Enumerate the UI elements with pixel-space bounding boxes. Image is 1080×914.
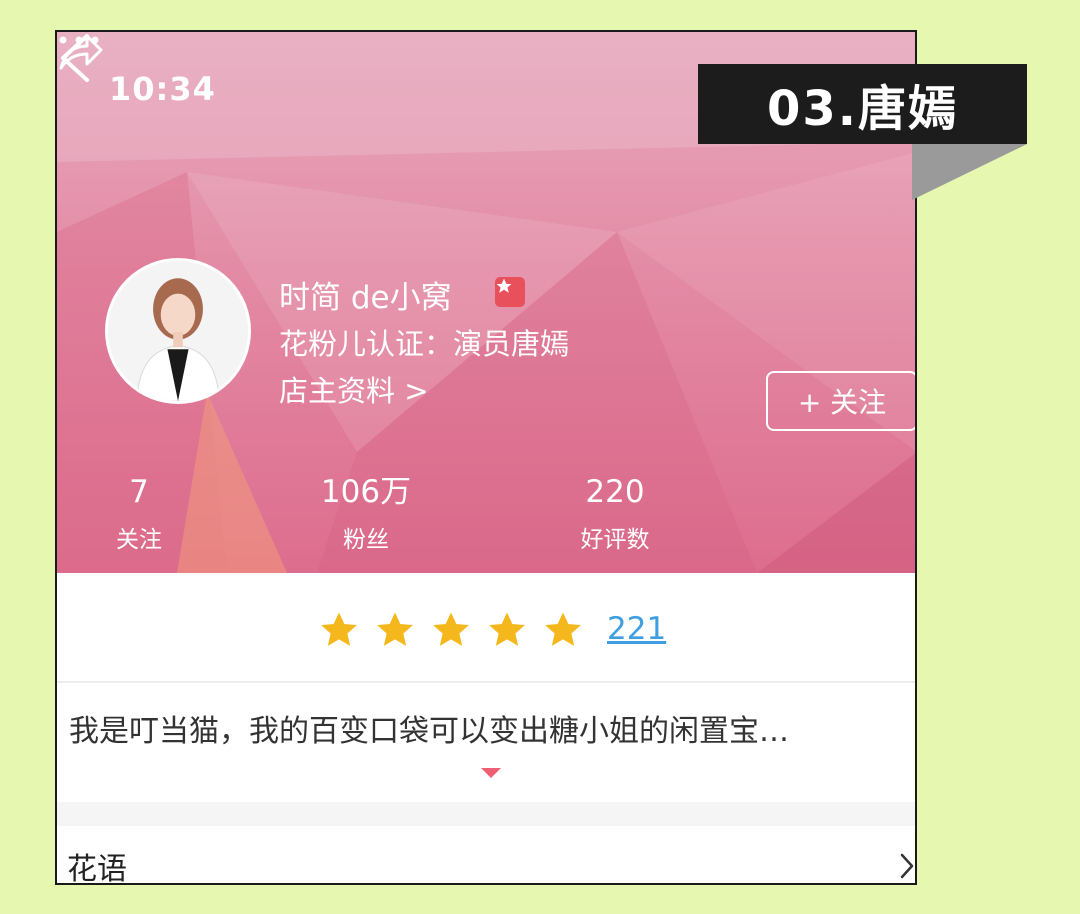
star-icon bbox=[545, 612, 581, 646]
stat-fans[interactable]: 106万 粉丝 bbox=[286, 472, 446, 554]
stat-label: 好评数 bbox=[580, 527, 650, 553]
bio-text: 我是叮当猫，我的百变口袋可以变出糖小姐的闲置宝… bbox=[69, 714, 789, 749]
expand-arrow-icon[interactable] bbox=[481, 768, 501, 778]
star-icon bbox=[489, 612, 525, 646]
stat-value: 7 bbox=[129, 474, 149, 510]
status-time: 10:34 bbox=[109, 70, 216, 108]
certification-text: 花粉儿认证：演员唐嫣 bbox=[279, 327, 570, 361]
star-icon bbox=[377, 612, 413, 646]
more-icon[interactable] bbox=[57, 32, 101, 48]
stat-label: 关注 bbox=[116, 527, 162, 553]
star-icon bbox=[433, 612, 469, 646]
phone-screen: 10:34 时简 de小窝 花粉儿认证：演员唐嫣 店主资料 > + 关注 7 关… bbox=[55, 30, 917, 885]
stat-good-reviews[interactable]: 220 好评数 bbox=[535, 472, 695, 554]
overlay-tag-tail bbox=[912, 144, 1027, 200]
section-divider bbox=[57, 802, 915, 826]
star-icon bbox=[321, 612, 357, 646]
star-badge-icon bbox=[495, 277, 525, 307]
flower-language-row[interactable]: 花语 bbox=[57, 826, 915, 885]
stat-value: 106万 bbox=[320, 474, 412, 510]
stat-following[interactable]: 7 关注 bbox=[59, 472, 219, 554]
follow-button[interactable]: + 关注 bbox=[766, 371, 915, 431]
overlay-title-tag: 03.唐嫣 bbox=[698, 64, 1027, 144]
flower-language-label: 花语 bbox=[67, 852, 127, 885]
owner-info-link[interactable]: 店主资料 > bbox=[279, 368, 429, 410]
stat-label: 粉丝 bbox=[343, 527, 389, 553]
rating-stars bbox=[319, 610, 583, 650]
stat-value: 220 bbox=[585, 474, 645, 510]
rating-row: 221 bbox=[57, 573, 915, 683]
chevron-right-icon bbox=[900, 853, 914, 879]
rating-count-link[interactable]: 221 bbox=[607, 611, 666, 647]
shop-name: 时简 de小窝 bbox=[279, 280, 452, 316]
avatar[interactable] bbox=[105, 258, 251, 404]
